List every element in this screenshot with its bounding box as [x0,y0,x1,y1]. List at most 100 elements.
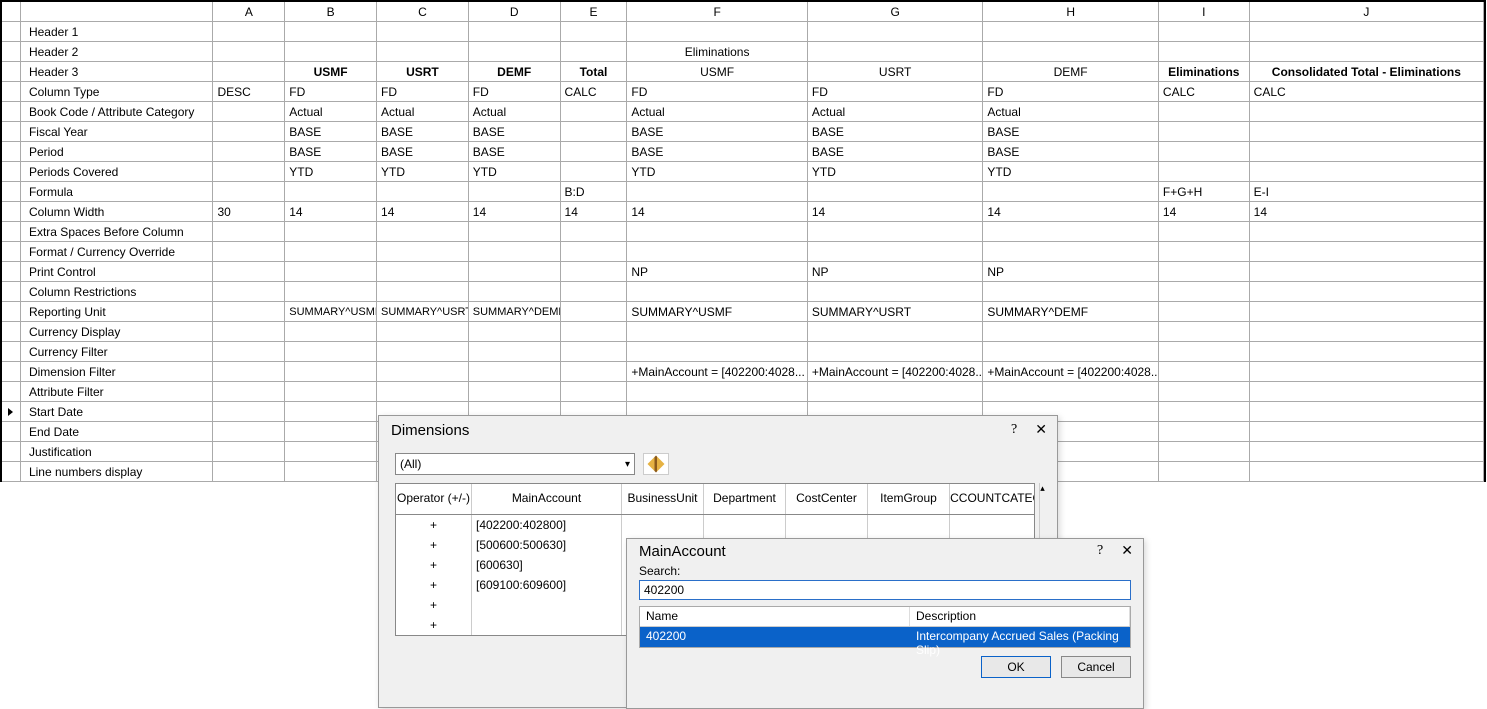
cell[interactable]: 14 [469,202,561,221]
cell[interactable] [627,282,808,301]
col-header-d[interactable]: D [469,2,561,21]
cell[interactable] [213,42,285,61]
cell[interactable] [377,322,469,341]
col-accountcategory[interactable]: ACCOUNTCATEG [950,484,1034,514]
col-header-c[interactable]: C [377,2,469,21]
cell[interactable]: SUMMARY^USRT [377,302,469,321]
cell[interactable] [1250,102,1484,121]
cell[interactable] [469,42,561,61]
row-attribute-filter[interactable]: Attribute Filter [2,382,1484,402]
row-dimension-filter[interactable]: Dimension Filter +MainAccount = [402200:… [2,362,1484,382]
cell[interactable] [1250,382,1484,401]
cell-ma[interactable] [472,595,622,615]
cell[interactable] [1250,142,1484,161]
cell[interactable]: USRT [808,62,984,81]
cell[interactable] [213,322,285,341]
row-print-control[interactable]: Print Control NP NP NP [2,262,1484,282]
cell-op[interactable]: + [396,535,472,555]
cell[interactable] [1250,42,1484,61]
cell[interactable] [1250,262,1484,281]
cell[interactable]: SUMMARY^DEMF [983,302,1159,321]
col-description[interactable]: Description [910,607,1130,626]
cell[interactable] [1159,402,1250,421]
cell[interactable] [469,342,561,361]
cell[interactable]: YTD [469,162,561,181]
result-row-selected[interactable]: 402200 Intercompany Accrued Sales (Packi… [640,627,1130,647]
cell[interactable] [1250,342,1484,361]
row-book-code[interactable]: Book Code / Attribute Category Actual Ac… [2,102,1484,122]
cell[interactable] [469,242,561,261]
cell[interactable] [213,422,285,441]
cell[interactable] [1159,142,1250,161]
cell[interactable] [561,42,628,61]
row-format-override[interactable]: Format / Currency Override [2,242,1484,262]
cell[interactable] [213,302,285,321]
cell[interactable] [627,342,808,361]
cell[interactable] [561,222,628,241]
close-button[interactable]: ✕ [1121,543,1133,560]
cell[interactable] [561,122,628,141]
cell[interactable] [983,22,1159,41]
cell[interactable] [627,322,808,341]
cell-ma[interactable] [472,615,622,635]
cell[interactable] [1159,222,1250,241]
col-costcenter[interactable]: CostCenter [786,484,868,514]
cell[interactable]: CALC [1159,82,1250,101]
cell[interactable] [1250,122,1484,141]
cell[interactable] [1250,22,1484,41]
cell[interactable] [1159,282,1250,301]
cell[interactable]: BASE [983,122,1159,141]
cell[interactable] [786,515,868,535]
cell[interactable] [377,222,469,241]
cell[interactable] [1250,362,1484,381]
row-extra-spaces[interactable]: Extra Spaces Before Column [2,222,1484,242]
cell[interactable] [469,322,561,341]
col-header-j[interactable]: J [1250,2,1484,21]
search-input[interactable] [639,580,1131,600]
cell[interactable] [1159,22,1250,41]
cell[interactable] [213,242,285,261]
cell[interactable] [983,282,1159,301]
cell[interactable] [1159,242,1250,261]
cell-ma[interactable]: [609100:609600] [472,575,622,595]
row-period[interactable]: Period BASE BASE BASE BASE BASE BASE [2,142,1484,162]
cell[interactable] [213,162,285,181]
cell[interactable]: NP [627,262,808,281]
cell[interactable]: USRT [377,62,469,81]
cell[interactable]: Actual [285,102,377,121]
col-operator[interactable]: Operator (+/-) [396,484,472,514]
cell[interactable] [213,282,285,301]
cell[interactable] [561,322,628,341]
cell[interactable]: SUMMARY^USRT [808,302,984,321]
cell[interactable]: B:D [561,182,628,201]
cell[interactable] [808,382,984,401]
cell[interactable] [1159,422,1250,441]
row-column-width[interactable]: Column Width 30 14 14 14 14 14 14 14 14 … [2,202,1484,222]
cell[interactable]: 14 [1250,202,1484,221]
cell[interactable] [983,382,1159,401]
cell[interactable] [561,362,628,381]
cell[interactable]: YTD [808,162,984,181]
cell[interactable] [213,442,285,461]
cell[interactable] [285,382,377,401]
row-header2[interactable]: Header 2 Eliminations [2,42,1484,62]
cell[interactable] [377,282,469,301]
cell[interactable]: SUMMARY^DEMF [469,302,561,321]
cell[interactable] [1250,442,1484,461]
cell[interactable] [561,142,628,161]
mainaccount-results-grid[interactable]: Name Description 402200 Intercompany Acc… [639,606,1131,648]
cell[interactable] [627,242,808,261]
cell[interactable] [983,182,1159,201]
cancel-button[interactable]: Cancel [1061,656,1131,678]
cell[interactable] [561,262,628,281]
cell[interactable] [285,342,377,361]
col-businessunit[interactable]: BusinessUnit [622,484,704,514]
cell[interactable] [1250,462,1484,481]
cell[interactable] [213,182,285,201]
cell-ma[interactable]: [402200:402800] [472,515,622,535]
cell[interactable] [1250,162,1484,181]
dim-row[interactable]: +[402200:402800] [396,515,1034,535]
cell[interactable] [285,322,377,341]
col-header-i[interactable]: I [1159,2,1250,21]
cell[interactable]: BASE [808,122,984,141]
